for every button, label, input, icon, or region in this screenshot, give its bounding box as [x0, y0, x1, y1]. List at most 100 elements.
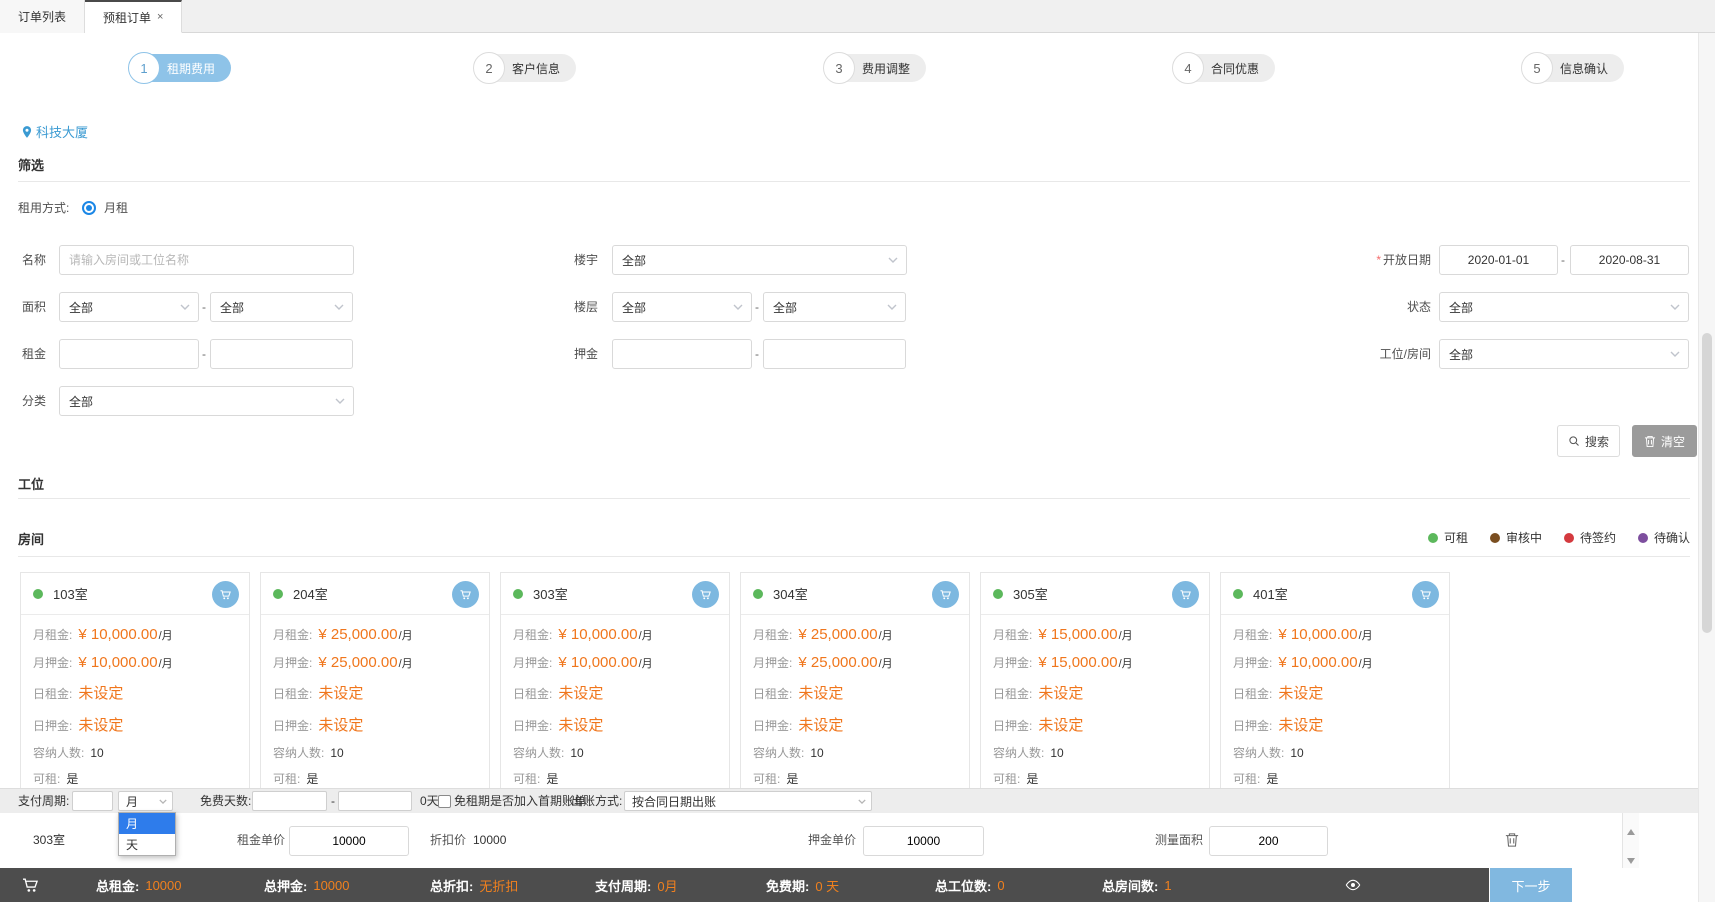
scroll-down-icon[interactable] [1627, 858, 1635, 864]
dropdown-option-day[interactable]: 天 [119, 834, 175, 855]
deposit-to-input[interactable] [763, 339, 906, 369]
workstation-section-title: 工位 [18, 477, 45, 492]
step-2-customer-info[interactable]: 2 客户信息 [473, 52, 577, 84]
pay-cycle-unit-select[interactable]: 月 [118, 791, 173, 811]
map-pin-icon [22, 125, 32, 138]
measured-area-input[interactable] [1209, 826, 1328, 856]
building-select[interactable]: 全部 [612, 245, 907, 275]
page-scrollbar[interactable] [1698, 33, 1715, 902]
step-4-contract-discount[interactable]: 4 合同优惠 [1172, 52, 1276, 84]
search-button[interactable]: 搜索 [1557, 425, 1620, 457]
step-label: 信息确认 [1560, 61, 1609, 76]
range-separator: - [755, 300, 759, 314]
divider [18, 498, 1690, 499]
step-1-rent-fee[interactable]: 1 租期费用 [128, 52, 232, 84]
step-5-info-confirm[interactable]: 5 信息确认 [1521, 52, 1625, 84]
free-period-checkbox-label: 免租期是否加入首期账单 [454, 794, 587, 808]
cart-icon [940, 590, 951, 600]
status-select[interactable]: 全部 [1439, 292, 1689, 322]
tab-bar: 订单列表 预租订单 × [0, 0, 1715, 33]
step-label: 客户信息 [512, 61, 561, 76]
open-date-start-input[interactable] [1439, 245, 1558, 275]
free-period-checkbox[interactable] [438, 795, 451, 808]
floor-from-select[interactable]: 全部 [612, 292, 752, 322]
room-section-title: 房间 [18, 532, 45, 547]
month-rent-row: 月租金: ¥ 25,000.00/月 [753, 626, 893, 643]
chevron-down-icon [858, 799, 866, 804]
clear-button[interactable]: 清空 [1632, 425, 1697, 457]
area-to-select[interactable]: 全部 [210, 292, 353, 322]
rent-from-input[interactable] [59, 339, 199, 369]
total-workstations: 总工位数: 0 [935, 877, 1005, 894]
cart-icon [1180, 590, 1191, 600]
monthly-rent-radio[interactable] [82, 201, 96, 215]
capacity-row: 容纳人数: 10 [753, 746, 824, 760]
open-date-end-input[interactable] [1570, 245, 1689, 275]
deposit-from-input[interactable] [612, 339, 752, 369]
card-header: 305室 [981, 573, 1209, 615]
tab-pre-rent-order[interactable]: 预租订单 × [85, 0, 183, 33]
room-name: 303室 [533, 587, 568, 602]
radio-dot [86, 205, 92, 211]
legend-to-sign: 待签约 [1563, 529, 1616, 546]
date-range-separator: - [1561, 253, 1565, 267]
purple-dot-icon [1637, 532, 1648, 543]
free-days-from-input[interactable] [252, 791, 327, 811]
add-to-cart-button[interactable] [212, 581, 239, 608]
pay-cycle-input[interactable] [72, 791, 113, 811]
room-name: 401室 [1253, 587, 1288, 602]
remove-room-button[interactable] [1504, 832, 1520, 850]
open-date-label: * 开放日期 [1376, 253, 1431, 267]
unit-room-select[interactable]: 全部 [1439, 339, 1689, 369]
dropdown-option-month[interactable]: 月 [119, 813, 175, 834]
room-name: 204室 [293, 587, 328, 602]
tab-close-icon[interactable]: × [157, 11, 163, 23]
billing-method-select[interactable]: 按合同日期出账 [624, 791, 872, 811]
status-dot-available [273, 588, 283, 599]
pay-cycle-unit-dropdown: 月 天 [118, 812, 176, 856]
room-card-303: 303室 月租金: ¥ 10,000.00/月 月押金: ¥ 10,000.00/月… [500, 572, 730, 788]
free-days-to-input[interactable] [338, 791, 412, 811]
rent-to-input[interactable] [210, 339, 353, 369]
selected-room-row: 303室 租金单价 折扣价 10000 押金单价 测量面积 [0, 813, 1698, 868]
day-deposit-row: 日押金: 未设定 [273, 717, 364, 734]
divider [18, 181, 1690, 182]
rent-unit-price-input[interactable] [289, 826, 409, 856]
preview-eye-icon[interactable] [1345, 877, 1361, 896]
add-to-cart-button[interactable] [452, 581, 479, 608]
scroll-up-icon[interactable] [1627, 829, 1635, 835]
add-to-cart-button[interactable] [932, 581, 959, 608]
day-rent-row: 日租金: 未设定 [513, 685, 604, 702]
page-scrollbar-thumb[interactable] [1702, 333, 1712, 633]
cart-icon [1420, 590, 1431, 600]
status-dot-available [753, 588, 763, 599]
add-to-cart-button[interactable] [692, 581, 719, 608]
add-to-cart-button[interactable] [1412, 581, 1439, 608]
rentable-row: 可租: 是 [753, 772, 799, 786]
building-location: 科技大厦 [20, 122, 88, 141]
deposit-label: 押金 [573, 347, 598, 361]
capacity-row: 容纳人数: 10 [993, 746, 1064, 760]
capacity-row: 容纳人数: 10 [1233, 746, 1304, 760]
month-deposit-row: 月押金: ¥ 25,000.00/月 [273, 654, 413, 671]
building-name: 科技大厦 [36, 125, 89, 140]
status-dot-available [513, 588, 523, 599]
legend-available: 可租 [1427, 529, 1468, 546]
tab-order-list[interactable]: 订单列表 [0, 0, 86, 33]
floor-to-select[interactable]: 全部 [763, 292, 906, 322]
card-header: 401室 [1221, 573, 1449, 615]
name-input[interactable] [59, 245, 354, 275]
category-select[interactable]: 全部 [59, 386, 354, 416]
room-card-401: 401室 月租金: ¥ 10,000.00/月 月押金: ¥ 10,000.00/月… [1220, 572, 1450, 788]
monthly-rent-radio-label: 月租 [104, 201, 129, 215]
deposit-unit-price-input[interactable] [863, 826, 984, 856]
rentable-row: 可租: 是 [513, 772, 559, 786]
add-to-cart-button[interactable] [1172, 581, 1199, 608]
step-3-fee-adjust[interactable]: 3 费用调整 [823, 52, 927, 84]
area-from-select[interactable]: 全部 [59, 292, 199, 322]
zero-days-text: 0天 [420, 794, 439, 808]
room-list-scrollbar[interactable] [1622, 813, 1639, 868]
next-step-button[interactable]: 下一步 [1490, 868, 1572, 902]
capacity-row: 容纳人数: 10 [513, 746, 584, 760]
rent-mode-label: 租用方式: [18, 201, 70, 215]
